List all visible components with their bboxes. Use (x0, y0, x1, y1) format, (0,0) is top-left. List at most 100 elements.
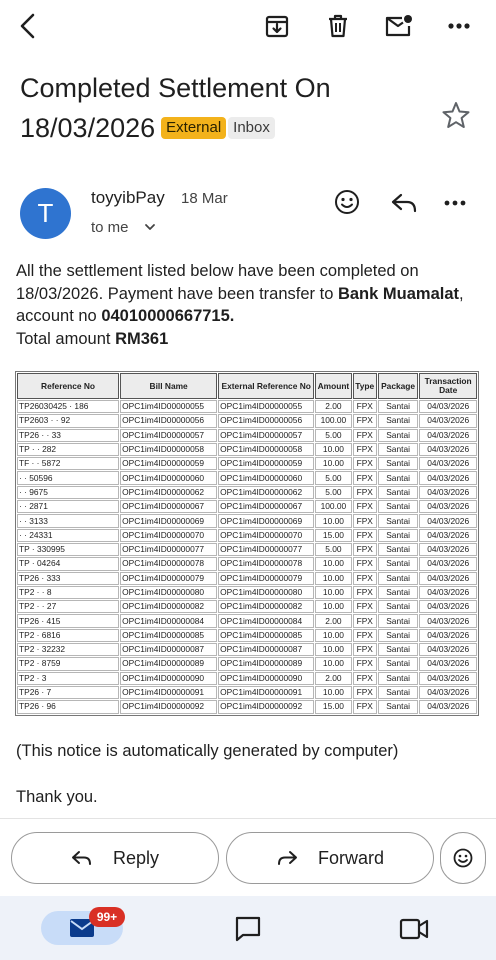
cell-reference-no: · · 2871 (17, 500, 120, 514)
cell-package: Santai (377, 628, 419, 643)
cell-amount: 10.00 (315, 657, 352, 671)
cell-amount: 10.00 (315, 557, 352, 571)
reply-button[interactable]: Reply (11, 832, 219, 884)
cell-transaction-date: 04/03/2026 (419, 657, 477, 671)
col-transaction-date: Transaction Date (419, 373, 477, 399)
cell-bill-name: OPC1im4ID00000067 (120, 500, 218, 514)
cell-amount: 100.00 (315, 414, 352, 428)
email-subject: Completed Settlement On 18/03/2026 Extern… (20, 68, 440, 148)
cell-bill-name: OPC1im4ID00000080 (120, 585, 218, 600)
cell-package: Santai (377, 585, 419, 600)
cell-type: FPX (352, 442, 377, 457)
total-amount: RM361 (115, 329, 169, 348)
cell-package: Santai (377, 657, 419, 671)
chevron-down-icon[interactable] (143, 221, 157, 233)
cell-reference-no: TP2 · 3 (17, 671, 120, 685)
settlement-table-wrapper: Reference No Bill Name External Referenc… (15, 371, 479, 716)
cell-reference-no: TP2 · 6816 (17, 628, 120, 643)
cell-package: Santai (377, 643, 419, 657)
cell-bill-name: OPC1im4ID00000090 (120, 671, 218, 685)
cell-transaction-date: 04/03/2026 (419, 571, 477, 585)
cell-package: Santai (377, 471, 419, 485)
cell-bill-name: OPC1im4ID00000070 (120, 528, 218, 542)
cell-amount: 10.00 (315, 628, 352, 643)
cell-transaction-date: 04/03/2026 (419, 585, 477, 600)
video-icon[interactable] (398, 915, 430, 943)
delete-button[interactable] (322, 10, 354, 42)
cell-external-ref: OPC1im4ID00000058 (218, 442, 315, 457)
cell-external-ref: OPC1im4ID00000092 (218, 700, 315, 714)
cell-type: FPX (352, 571, 377, 585)
table-row: TP26 · 333 OPC1im4ID00000079 OPC1im4ID0000… (17, 571, 477, 585)
table-row: · · 9675 OPC1im4ID00000062 OPC1im4ID000000… (17, 485, 477, 500)
more-options-button[interactable] (443, 10, 475, 42)
mark-unread-button[interactable] (383, 10, 415, 42)
cell-external-ref: OPC1im4ID00000084 (218, 614, 315, 628)
table-row: TP26 · 415 OPC1im4ID00000084 OPC1im4ID0000… (17, 614, 477, 628)
cell-type: FPX (352, 643, 377, 657)
cell-transaction-date: 04/03/2026 (419, 400, 477, 414)
cell-transaction-date: 04/03/2026 (419, 628, 477, 643)
react-button[interactable] (440, 832, 486, 884)
cell-reference-no: TF · · 5872 (17, 457, 120, 471)
cell-bill-name: OPC1im4ID00000059 (120, 457, 218, 471)
cell-amount: 10.00 (315, 685, 352, 700)
cell-amount: 15.00 (315, 700, 352, 714)
cell-reference-no: TP2 · · 27 (17, 600, 120, 614)
cell-package: Santai (377, 442, 419, 457)
forward-button[interactable]: Forward (226, 832, 434, 884)
cell-amount: 2.00 (315, 614, 352, 628)
cell-bill-name: OPC1im4ID00000082 (120, 600, 218, 614)
table-row: · · 50596 OPC1im4ID00000060 OPC1im4ID00000… (17, 471, 477, 485)
inbox-label[interactable]: Inbox (228, 117, 275, 139)
total-label: Total amount (16, 329, 116, 348)
cell-bill-name: OPC1im4ID00000062 (120, 485, 218, 500)
cell-external-ref: OPC1im4ID00000082 (218, 600, 315, 614)
cell-amount: 10.00 (315, 585, 352, 600)
recipient-summary[interactable]: to me (91, 219, 129, 236)
more-vert-icon[interactable] (443, 188, 467, 218)
sender-avatar[interactable]: T (20, 188, 71, 239)
cell-amount: 15.00 (315, 528, 352, 542)
cell-reference-no: TP · · 282 (17, 442, 120, 457)
cell-package: Santai (377, 414, 419, 428)
table-row: TP26 · · 33 OPC1im4ID00000057 OPC1im4ID000… (17, 428, 477, 442)
cell-bill-name: OPC1im4ID00000069 (120, 514, 218, 528)
star-button[interactable] (441, 100, 473, 132)
external-label: External (161, 117, 227, 139)
cell-package: Santai (377, 542, 419, 557)
cell-package: Santai (377, 600, 419, 614)
cell-reference-no: TP2 · 8759 (17, 657, 120, 671)
cell-package: Santai (377, 528, 419, 542)
cell-reference-no: TP26 · 96 (17, 700, 120, 714)
chat-icon[interactable] (233, 915, 263, 943)
cell-reference-no: · · 3133 (17, 514, 120, 528)
col-type: Type (352, 373, 377, 399)
cell-amount: 2.00 (315, 400, 352, 414)
cell-package: Santai (377, 614, 419, 628)
cell-package: Santai (377, 485, 419, 500)
add-reaction-icon[interactable] (333, 188, 361, 216)
cell-type: FPX (352, 657, 377, 671)
back-button[interactable] (12, 10, 44, 42)
cell-transaction-date: 04/03/2026 (419, 514, 477, 528)
cell-transaction-date: 04/03/2026 (419, 700, 477, 714)
cell-external-ref: OPC1im4ID00000062 (218, 485, 315, 500)
cell-transaction-date: 04/03/2026 (419, 485, 477, 500)
reply-icon[interactable] (390, 190, 418, 216)
cell-transaction-date: 04/03/2026 (419, 471, 477, 485)
cell-package: Santai (377, 571, 419, 585)
table-row: TP · 330995 OPC1im4ID00000077 OPC1im4ID000… (17, 542, 477, 557)
archive-button[interactable] (261, 10, 293, 42)
table-row: · · 2871 OPC1im4ID00000067 OPC1im4ID000000… (17, 500, 477, 514)
cell-package: Santai (377, 500, 419, 514)
sender-name[interactable]: toyyibPay (91, 188, 165, 208)
cell-reference-no: · · 24331 (17, 528, 120, 542)
cell-amount: 100.00 (315, 500, 352, 514)
cell-bill-name: OPC1im4ID00000079 (120, 571, 218, 585)
unread-count-badge: 99+ (89, 907, 125, 927)
cell-bill-name: OPC1im4ID00000087 (120, 643, 218, 657)
cell-external-ref: OPC1im4ID00000077 (218, 542, 315, 557)
cell-package: Santai (377, 700, 419, 714)
cell-external-ref: OPC1im4ID00000090 (218, 671, 315, 685)
